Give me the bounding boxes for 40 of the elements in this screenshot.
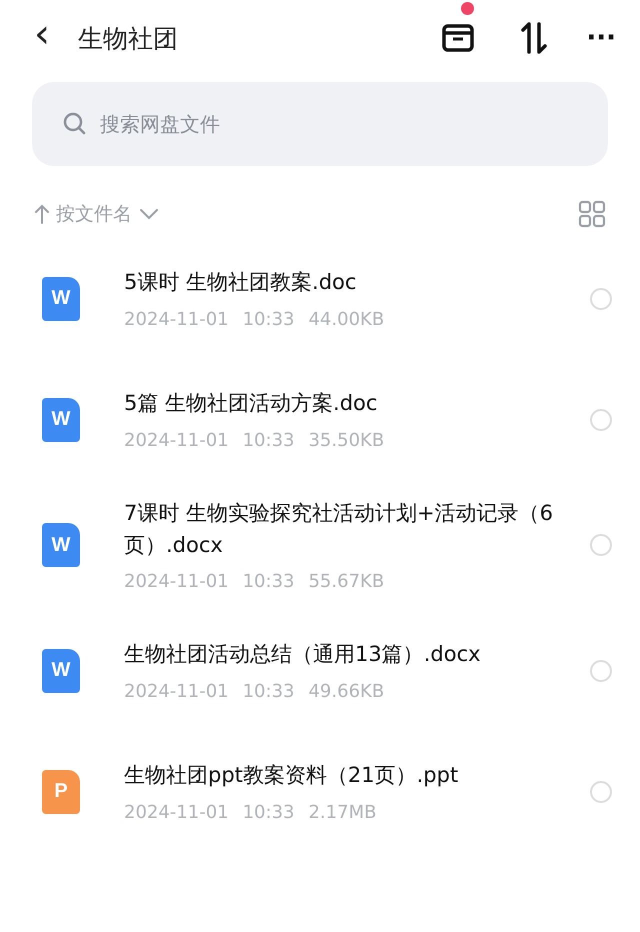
file-size: 35.50KB [308,430,384,451]
file-date: 2024-11-01 [124,571,229,592]
file-size: 49.66KB [308,680,384,702]
file-time: 10:33 [242,571,294,592]
select-radio[interactable] [590,534,612,556]
file-size: 44.00KB [308,308,384,330]
file-type-icon: W [42,648,80,692]
select-radio[interactable] [590,288,612,310]
file-name[interactable]: 5课时 生物社团教案.doc [124,267,564,299]
up-arrow-icon [34,203,50,225]
file-date: 2024-11-01 [124,430,229,451]
folder-title: 生物社团 [78,22,178,54]
file-date: 2024-11-01 [124,802,229,823]
search-input[interactable]: 搜索网盘文件 [98,111,578,137]
search-icon [62,111,88,137]
file-type-icon: W [42,523,80,567]
file-size: 2.17MB [308,802,376,823]
file-date: 2024-11-01 [124,680,229,702]
more-button[interactable]: ··· [586,23,616,53]
search-field[interactable]: 搜索网盘文件 [32,82,608,166]
file-name[interactable]: 生物社团ppt教案资料（21页）.ppt [124,760,564,792]
file-type-icon: P [42,770,80,814]
file-date: 2024-11-01 [124,308,229,330]
file-time: 10:33 [242,802,294,823]
file-type-icon: W [42,276,80,320]
grid-view-icon[interactable] [578,200,606,228]
back-button[interactable]: ‹ [28,14,56,62]
file-name[interactable]: 5篇 生物社团活动方案.doc [124,388,564,420]
notification-dot [461,2,474,15]
file-name[interactable]: 生物社团活动总结（通用13篇）.docx [124,639,564,671]
file-time: 10:33 [242,680,294,702]
select-radio[interactable] [590,408,612,430]
select-radio[interactable] [590,780,612,802]
select-radio[interactable] [590,660,612,682]
chevron-down-icon [138,207,160,221]
file-time: 10:33 [242,308,294,330]
file-time: 10:33 [242,430,294,451]
file-size: 55.67KB [308,571,384,592]
file-type-icon: W [42,398,80,442]
file-name[interactable]: 7课时 生物实验探究社活动计划+活动记录（6页）.docx [124,498,564,561]
